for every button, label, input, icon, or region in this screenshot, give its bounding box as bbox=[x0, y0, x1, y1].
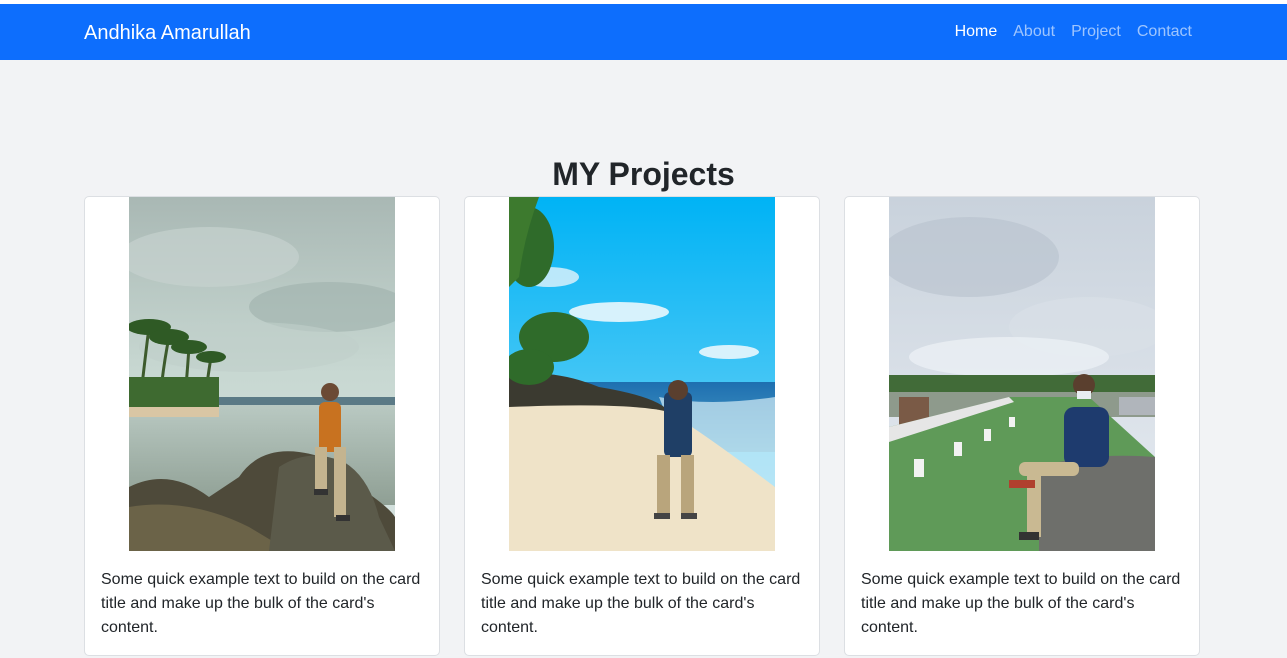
card-text: Some quick example text to build on the … bbox=[861, 571, 1181, 636]
nav-link-project[interactable]: Project bbox=[1071, 22, 1121, 42]
card-text: Some quick example text to build on the … bbox=[101, 571, 421, 636]
beach-sand-photo bbox=[509, 197, 775, 551]
nav-link-home[interactable]: Home bbox=[955, 22, 998, 42]
nav-link-contact[interactable]: Contact bbox=[1137, 22, 1192, 42]
project-card: Some quick example text to build on the … bbox=[844, 196, 1200, 656]
rooftop-photo bbox=[889, 197, 1155, 551]
navbar: Andhika Amarullah Home About Project Con… bbox=[0, 4, 1287, 60]
card-text: Some quick example text to build on the … bbox=[481, 571, 801, 636]
page-title: MY Projects bbox=[552, 156, 735, 193]
nav-links: Home About Project Contact bbox=[955, 22, 1192, 42]
beach-rocks-photo bbox=[129, 197, 395, 551]
project-card: Some quick example text to build on the … bbox=[464, 196, 820, 656]
project-card: Some quick example text to build on the … bbox=[84, 196, 440, 656]
nav-link-about[interactable]: About bbox=[1013, 22, 1055, 42]
navbar-brand[interactable]: Andhika Amarullah bbox=[84, 21, 251, 45]
